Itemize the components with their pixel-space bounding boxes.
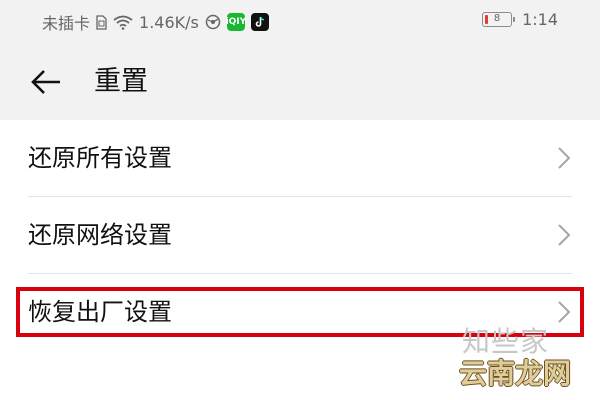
page-title: 重置: [94, 66, 148, 97]
wifi-icon: [113, 15, 133, 30]
tiktok-app-icon: [250, 13, 269, 31]
chevron-right-icon: [558, 301, 571, 323]
reset-network-settings-item[interactable]: 还原网络设置: [28, 197, 572, 274]
chevron-right-icon: [558, 147, 571, 169]
back-button[interactable]: [28, 64, 64, 100]
battery-icon: 8: [482, 12, 516, 27]
iqiyi-app-icon: iQIY: [226, 13, 246, 31]
watermark-text: 云南龙网: [459, 357, 572, 390]
list-item-label: 还原网络设置: [28, 221, 172, 249]
status-left: 未插卡 1.46K/s iQIY: [42, 10, 269, 34]
list-item-label: 恢复出厂设置: [28, 298, 172, 326]
battery-level: 8: [493, 13, 501, 24]
chevron-right-icon: [558, 224, 571, 246]
status-right: 8 1:14: [482, 10, 558, 29]
status-bar: 未插卡 1.46K/s iQIY 8 1:14: [0, 0, 600, 42]
arrow-left-icon: [31, 70, 60, 94]
carrier-text: 未插卡: [42, 14, 91, 33]
network-speed: 1.46K/s: [139, 12, 199, 32]
browser-icon: [205, 14, 221, 30]
reset-options-list: 还原所有设置 还原网络设置 恢复出厂设置: [0, 120, 600, 350]
clock: 1:14: [522, 10, 558, 29]
title-bar: 重置: [0, 42, 600, 120]
reset-all-settings-item[interactable]: 还原所有设置: [28, 120, 572, 197]
sim-icon: [96, 14, 107, 30]
list-item-label: 还原所有设置: [28, 144, 172, 172]
